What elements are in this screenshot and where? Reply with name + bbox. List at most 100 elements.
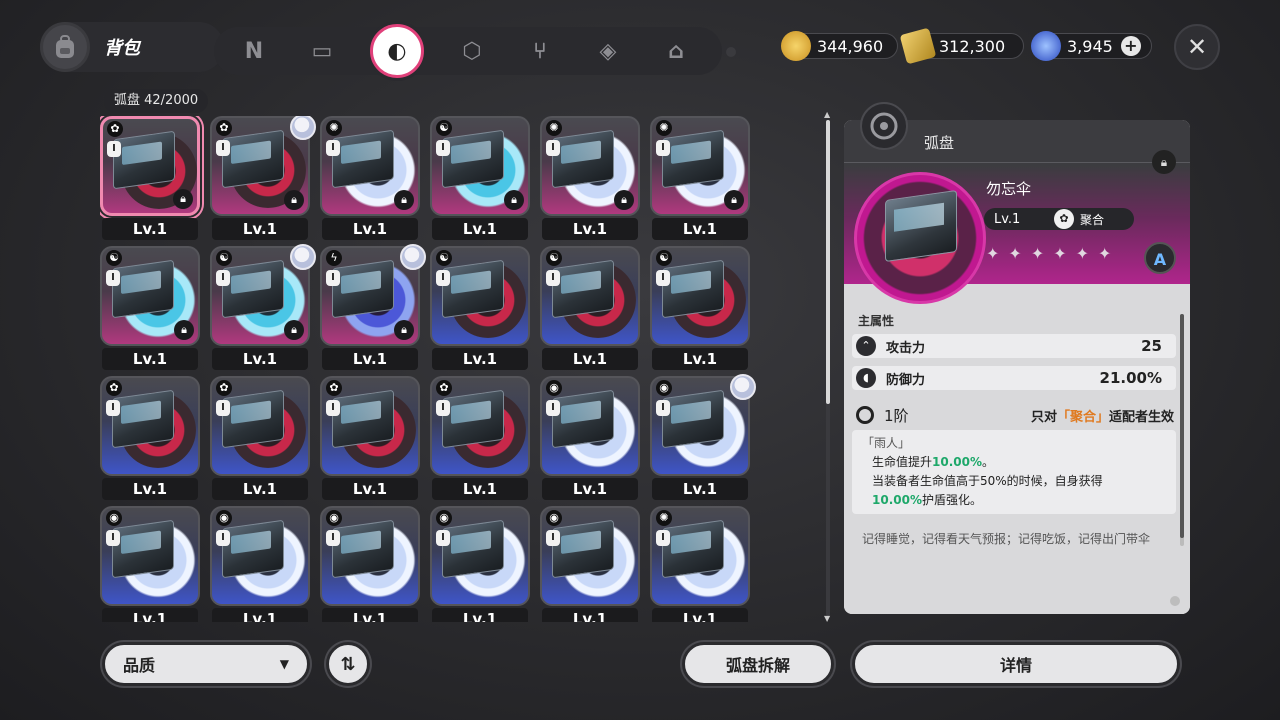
gold-coin-icon [781,31,811,61]
disc-level-label: Lv.1 [102,218,198,240]
disc-item[interactable]: ✿ I Lv.1 [100,376,200,500]
element-type-icon: ϟ [326,250,342,266]
scroll-up-icon: ▲ [824,110,831,119]
tab-category-food-icon[interactable]: ⑂ [520,31,560,71]
disc-item[interactable]: ◉ I Lv.1 [540,376,640,500]
disc-item[interactable]: ◉ I Lv.1 [320,506,420,622]
disc-item[interactable]: ✿ I 🔒︎ Lv.1 [210,116,316,240]
set-effect-box: 「雨人」 生命值提升10.00%。 当装备者生命值高于50%的时候，自身获得 1… [852,430,1176,514]
quality-filter-dropdown[interactable]: 品质 ▼ [102,642,310,686]
lock-icon: 🔒︎ [504,190,524,210]
stat-name: 防御力 [886,372,926,388]
disc-item[interactable]: ☯ I Lv.1 [430,246,530,370]
sort-order-button[interactable]: ⇅ [326,642,370,686]
scroll-down-icon: ▼ [824,614,831,623]
disc-level-label: Lv.1 [652,478,748,500]
disc-case-image [112,259,174,319]
equipped-avatar [730,374,756,400]
disc-card: ✺ I [650,506,750,606]
disc-item[interactable]: ☯ I 🔒︎ Lv.1 [430,116,530,240]
crystal-amount: 3,945 [1067,36,1113,56]
disc-case-image [662,519,724,579]
category-disc-icon: ◐ [387,38,407,64]
panel-corner-dot [1170,596,1180,606]
ticket-icon [899,27,937,65]
disc-item[interactable]: ◉ I Lv.1 [540,506,640,622]
disc-item[interactable]: ϟ I 🔒︎ Lv.1 [320,244,426,370]
disc-case-image [332,259,394,319]
rank-tag: I [216,140,230,156]
crystal-currency[interactable]: 3,945 + [1031,31,1152,61]
category-tabs: N ▭ ◐ ⬡ ⑂ ◈ ⌂ [214,24,722,78]
disc-item[interactable]: ◉ I Lv.1 [430,506,530,622]
gold-currency[interactable]: 344,960 [781,31,898,61]
tab-category-cube-icon[interactable]: ⬡ [452,31,492,71]
element-type-icon: ◉ [656,380,672,396]
set-tier-row: 1阶 只对「聚合」适配者生效 [852,402,1176,428]
element-type-icon: ✿ [107,121,123,137]
effect-text: 。 [982,455,995,469]
disc-card: ◉ I [100,506,200,606]
disc-item[interactable]: ✺ I 🔒︎ Lv.1 [320,116,420,240]
disc-item[interactable]: ✺ I 🔒︎ Lv.1 [650,116,750,240]
disc-level-label: Lv.1 [542,478,638,500]
disc-card: ◉ I [320,506,420,606]
tab-category-console-icon[interactable]: ▭ [302,31,342,71]
rank-tag: I [106,530,120,546]
inventory-count: 弧盘 42/2000 [104,89,209,113]
element-type-icon: ✺ [546,120,562,136]
inventory-scroll-thumb[interactable] [826,120,830,404]
disc-level-label: Lv.1 [652,218,748,240]
disc-card: ✿ I [320,376,420,476]
disc-case-image [442,259,504,319]
disc-item[interactable]: ✿ I Lv.1 [430,376,530,500]
dismantle-button[interactable]: 弧盘拆解 [682,642,834,686]
tab-category-home-icon[interactable]: ⌂ [656,31,696,71]
disc-item[interactable]: ☯ I Lv.1 [650,246,750,370]
disc-level-label: Lv.1 [212,218,308,240]
rank-tag: I [107,141,121,157]
ticket-currency[interactable]: 312,300 [899,27,1024,65]
close-button[interactable]: ✕ [1174,24,1220,70]
disc-case-image [332,389,394,449]
disc-item[interactable]: ☯ I 🔒︎ Lv.1 [210,244,316,370]
disc-level-label: Lv.1 [212,608,308,622]
stat-value: 25 [1141,337,1162,355]
tier-cond-suffix: 适配者生效 [1108,409,1174,425]
element-type-icon: ◉ [106,510,122,526]
disc-item[interactable]: ◉ I Lv.1 [650,374,756,500]
disc-item[interactable]: ◉ I Lv.1 [210,506,310,622]
upgrade-stars: ✦✦✦✦✦✦ [986,244,1121,263]
disc-item[interactable]: ✿ I 🔒︎ Lv.1 [100,116,200,240]
stat-name: 攻击力 [886,340,926,356]
disc-case-image [332,519,394,579]
disc-card: ◉ I [540,376,640,476]
rank-tag: I [326,400,340,416]
effect-line-2: 当装备者生命值高于50%的时候，自身获得 [872,474,1103,488]
details-button[interactable]: 详情 [852,642,1180,686]
disc-level-label: Lv.1 [542,348,638,370]
disc-item[interactable]: ✺ I 🔒︎ Lv.1 [540,116,640,240]
disc-item[interactable]: ◉ I Lv.1 [100,506,200,622]
disc-item[interactable]: ✺ I Lv.1 [650,506,750,622]
disc-item[interactable]: ✿ I Lv.1 [320,376,420,500]
disc-card: ☯ I [540,246,640,346]
inventory-grid: ✿ I 🔒︎ Lv.1 ✿ I 🔒︎ Lv.1 ✺ I 🔒︎ Lv.1 ☯ I 🔒︎ Lv.1 ✺ I 🔒︎ Lv.1… [100,116,756,622]
add-crystal-button[interactable]: + [1120,36,1141,56]
detail-scroll-thumb[interactable] [1180,314,1184,538]
detail-header-title: 弧盘 [924,134,955,152]
stat-value: 21.00% [1099,369,1162,387]
tab-category-n-icon[interactable]: N [234,31,274,71]
rank-badge: A [1144,242,1176,274]
disc-item[interactable]: ✿ I Lv.1 [210,376,310,500]
rank-tag: I [106,400,120,416]
dismantle-label: 弧盘拆解 [725,656,790,675]
tab-category-disc-icon[interactable]: ◐ [370,24,424,78]
disc-item[interactable]: ☯ I 🔒︎ Lv.1 [100,246,200,370]
tab-category-gem-icon[interactable]: ◈ [588,31,628,71]
disc-item[interactable]: ☯ I Lv.1 [540,246,640,370]
rank-tag: I [326,140,340,156]
close-icon: ✕ [1186,33,1208,61]
disc-level-label: Lv.1 [322,608,418,622]
lock-toggle-button[interactable]: 🔒︎ [1152,150,1176,174]
